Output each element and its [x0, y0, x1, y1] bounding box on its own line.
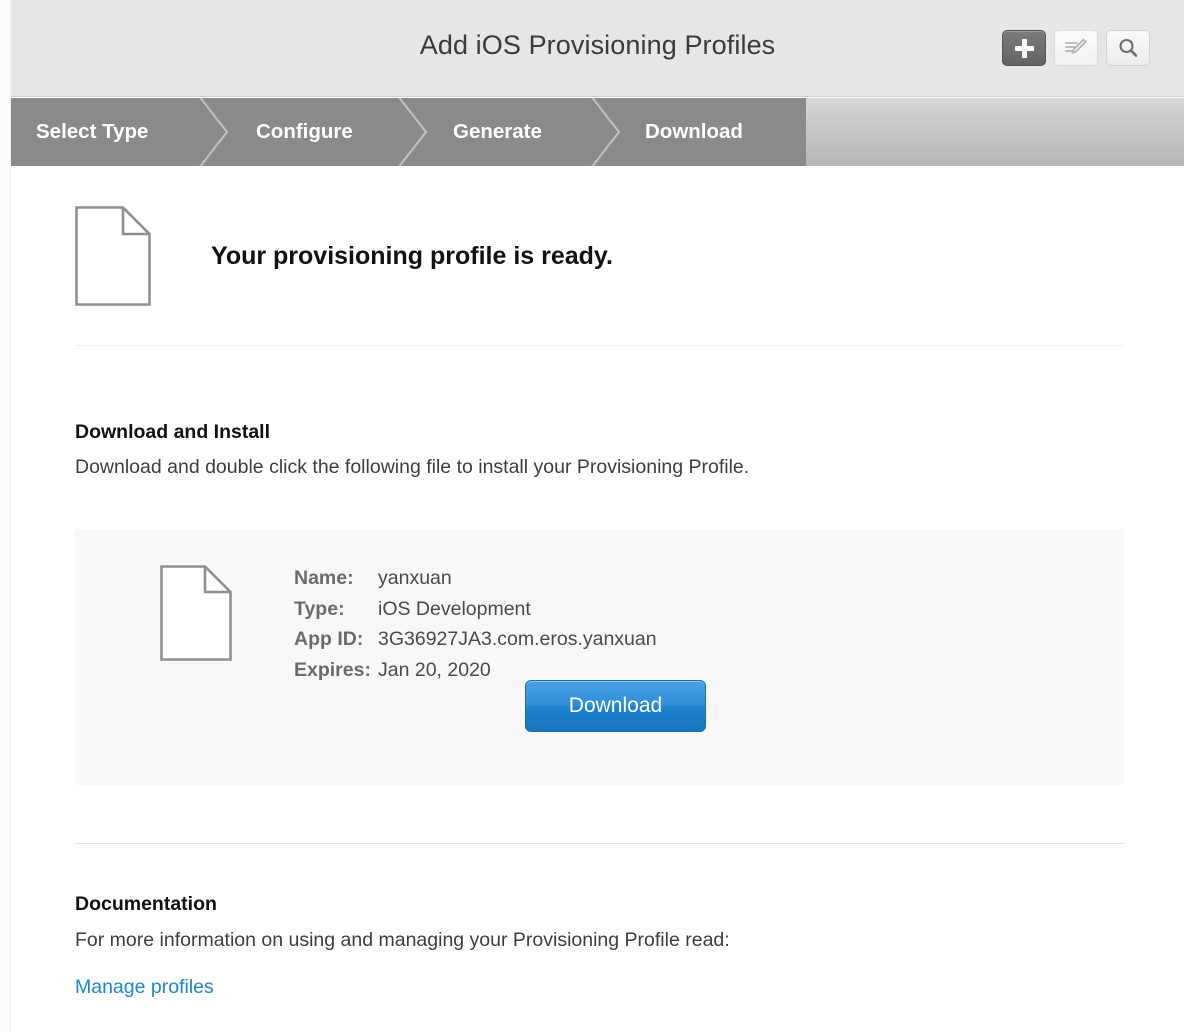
- profile-field-expires-value: Jan 20, 2020: [378, 658, 491, 681]
- download-section-description: Download and double click the following …: [75, 456, 750, 478]
- wizard-step-download[interactable]: Download: [645, 98, 743, 166]
- profile-summary-card: Name: yanxuan Type: iOS Development App …: [75, 529, 1124, 785]
- profile-field-list: Name: yanxuan Type: iOS Development App …: [294, 567, 657, 689]
- header-bar: Add iOS Provisioning Profiles: [11, 0, 1184, 97]
- profile-field-name-value: yanxuan: [378, 567, 452, 589]
- divider-top: [75, 345, 1124, 346]
- download-button[interactable]: Download: [525, 680, 706, 732]
- step-chevron-icon: [589, 98, 623, 166]
- edit-pencil-icon: [1065, 38, 1087, 54]
- ready-banner: Your provisioning profile is ready.: [75, 206, 613, 306]
- header-action-buttons: [1002, 30, 1150, 66]
- main-content: Your provisioning profile is ready. Down…: [11, 166, 1184, 1032]
- plus-icon: [1014, 38, 1034, 58]
- step-chevron-icon: [396, 98, 430, 166]
- wizard-step-generate[interactable]: Generate: [453, 98, 542, 166]
- document-icon: [160, 565, 232, 661]
- profile-field-type-label: Type:: [294, 597, 345, 620]
- download-section-heading: Download and Install: [75, 421, 271, 443]
- wizard-step-configure[interactable]: Configure: [256, 98, 353, 166]
- wizard-step-bar: Select Type Configure Generate Download: [11, 98, 1184, 166]
- profile-field-app-id-value: 3G36927JA3.com.eros.yanxuan: [378, 628, 657, 650]
- window-left-gutter: [0, 0, 11, 1032]
- divider-bottom: [75, 843, 1124, 844]
- profile-field-app-id: App ID: 3G36927JA3.com.eros.yanxuan: [294, 628, 657, 659]
- ready-banner-title: Your provisioning profile is ready.: [211, 241, 613, 270]
- add-profile-button[interactable]: [1002, 30, 1046, 66]
- app-window: Add iOS Provisioning Profiles Select Typ…: [0, 0, 1184, 1032]
- manage-profiles-link[interactable]: Manage profiles: [75, 976, 214, 999]
- documentation-heading: Documentation: [75, 893, 217, 915]
- search-magnifier-icon: [1119, 38, 1138, 57]
- profile-field-app-id-label: App ID:: [294, 628, 364, 650]
- step-chevron-icon: [197, 98, 231, 166]
- profile-field-name-label: Name:: [294, 567, 354, 589]
- profile-field-type-value: iOS Development: [378, 597, 531, 620]
- search-button[interactable]: [1106, 30, 1150, 66]
- edit-profile-button[interactable]: [1054, 30, 1098, 66]
- documentation-description: For more information on using and managi…: [75, 929, 730, 951]
- profile-field-name: Name: yanxuan: [294, 567, 657, 598]
- profile-field-type: Type: iOS Development: [294, 598, 657, 629]
- document-icon: [75, 206, 151, 306]
- wizard-step-select-type[interactable]: Select Type: [36, 98, 148, 166]
- profile-field-expires-label: Expires:: [294, 658, 371, 681]
